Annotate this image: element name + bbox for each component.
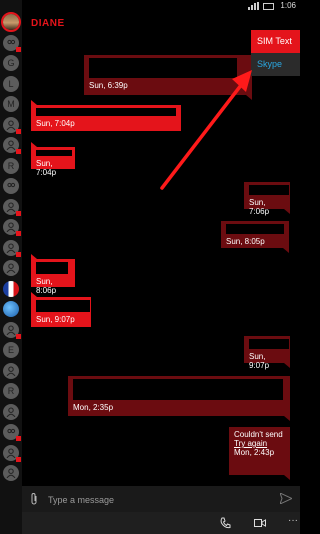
send-icon[interactable] [280, 493, 292, 504]
more-options-icon[interactable]: ··· [288, 515, 298, 526]
phone-call-icon[interactable] [220, 517, 231, 529]
annotation-arrow-icon [160, 70, 252, 190]
message-composer [22, 486, 300, 512]
message-input[interactable] [46, 489, 270, 511]
app-bar: ··· [22, 512, 300, 534]
paperclip-icon[interactable] [30, 492, 38, 506]
video-call-icon[interactable] [254, 519, 266, 527]
